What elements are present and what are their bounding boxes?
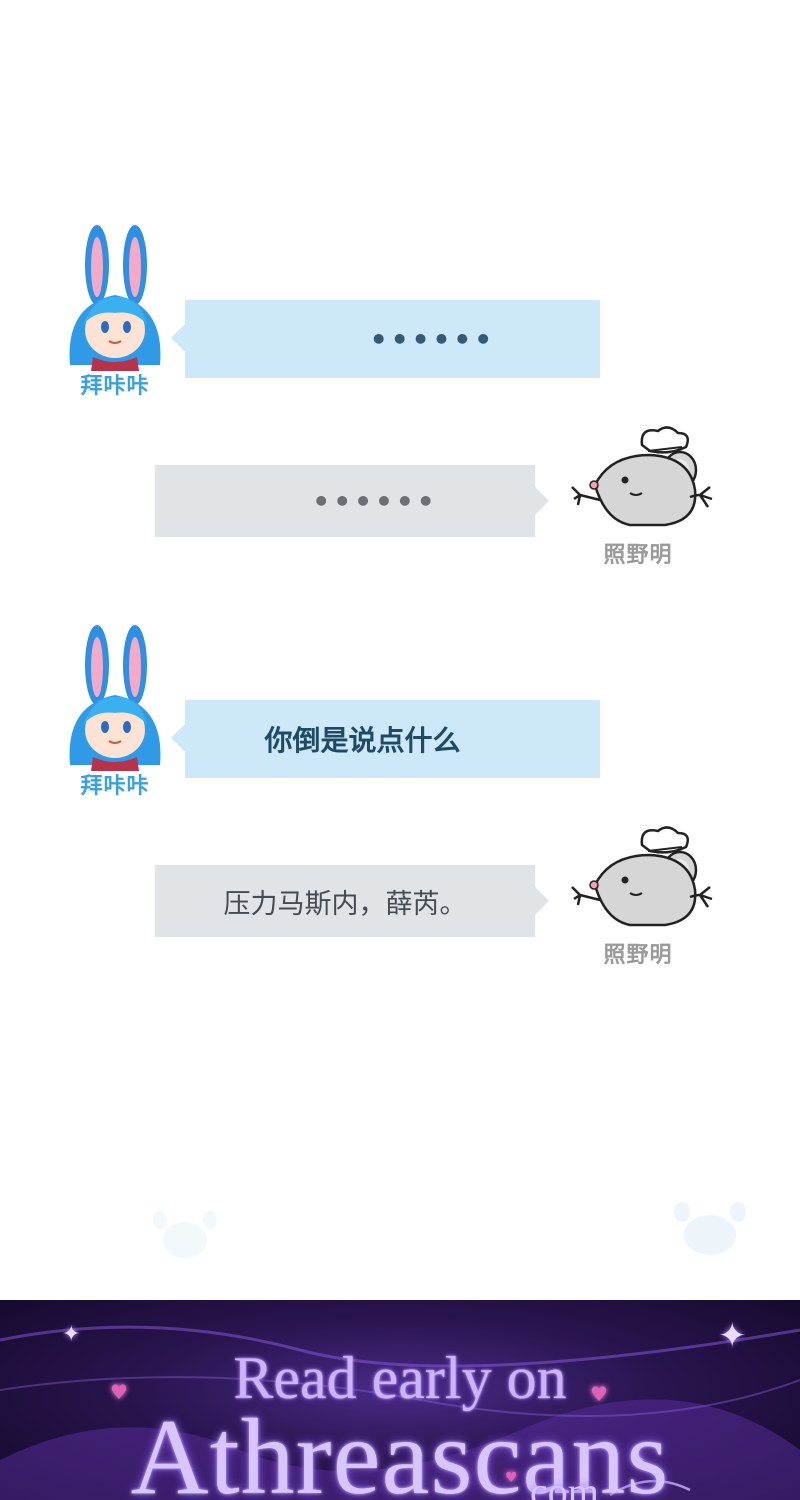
speaker-name: 照野明 <box>603 543 673 568</box>
mouse-avatar: 照野明 <box>570 825 720 1000</box>
message-bubble: •••••• <box>171 300 600 378</box>
message-bubble: 压力马斯内，薛芮。 <box>155 865 549 937</box>
mouse-icon <box>571 426 713 527</box>
message-bubble: 你倒是说点什么 <box>171 700 600 778</box>
bunny-icon <box>69 625 161 771</box>
message-bubble: •••••• <box>155 465 549 537</box>
bunny-icon <box>69 225 161 371</box>
banner-site-name: Athreascans <box>130 1398 670 1500</box>
mouse-avatar: 照野明 <box>570 425 720 600</box>
message-text: •••••• <box>369 322 496 356</box>
bunny-avatar: 拜咔咔 <box>55 625 175 800</box>
bunny-avatar: 拜咔咔 <box>55 225 175 400</box>
message-text: 你倒是说点什么 <box>264 724 461 757</box>
paw-decoration <box>153 1202 746 1258</box>
speaker-name: 拜咔咔 <box>80 774 150 799</box>
message-text: •••••• <box>312 484 438 518</box>
speaker-name: 照野明 <box>603 943 673 968</box>
chat-area: 拜咔咔 •••••• •••••• 照野明 拜咔咔 你倒是说点什么 压力马斯内，… <box>0 0 800 1300</box>
message-text: 压力马斯内，薛芮。 <box>223 888 467 920</box>
promo-banner[interactable]: ✦ ✦ ✦ ♥ ♥ ♥ Read early on Athreascans .c… <box>0 1300 800 1500</box>
banner-domain: .com <box>520 1469 599 1500</box>
mouse-icon <box>571 826 713 927</box>
speaker-name: 拜咔咔 <box>80 374 150 399</box>
